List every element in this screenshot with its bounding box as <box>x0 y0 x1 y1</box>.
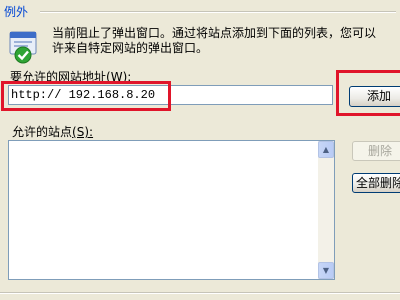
exceptions-group-label: 例外 <box>4 5 29 19</box>
description-line-2: 许来自特定网站的弹出窗口。 <box>52 41 209 55</box>
allowed-sites-label-text: 允许的站点 <box>12 125 73 139</box>
description-line-1: 当前阻止了弹出窗口。通过将站点添加到下面的列表，您可以 <box>52 26 377 40</box>
allowed-sites-label: 允许的站点(S): <box>12 123 93 140</box>
remove-all-button[interactable]: 全部删除 <box>352 173 400 193</box>
group-divider <box>40 11 396 13</box>
scroll-down-arrow-icon[interactable]: ▼ <box>318 262 334 279</box>
shield-check-icon <box>8 30 42 64</box>
allowed-sites-shortcut: (S): <box>72 125 94 139</box>
exceptions-description: 当前阻止了弹出窗口。通过将站点添加到下面的列表，您可以 许来自特定网站的弹出窗口… <box>52 26 400 56</box>
sites-scrollbar[interactable]: ▲ ▼ <box>318 141 334 279</box>
add-button-highlight-box <box>336 70 400 116</box>
scroll-up-arrow-icon[interactable]: ▲ <box>318 141 334 158</box>
bottom-divider <box>0 292 400 294</box>
remove-button[interactable]: 删除 <box>352 141 400 161</box>
allowed-sites-list[interactable] <box>8 140 335 280</box>
address-highlight-box <box>1 81 171 111</box>
